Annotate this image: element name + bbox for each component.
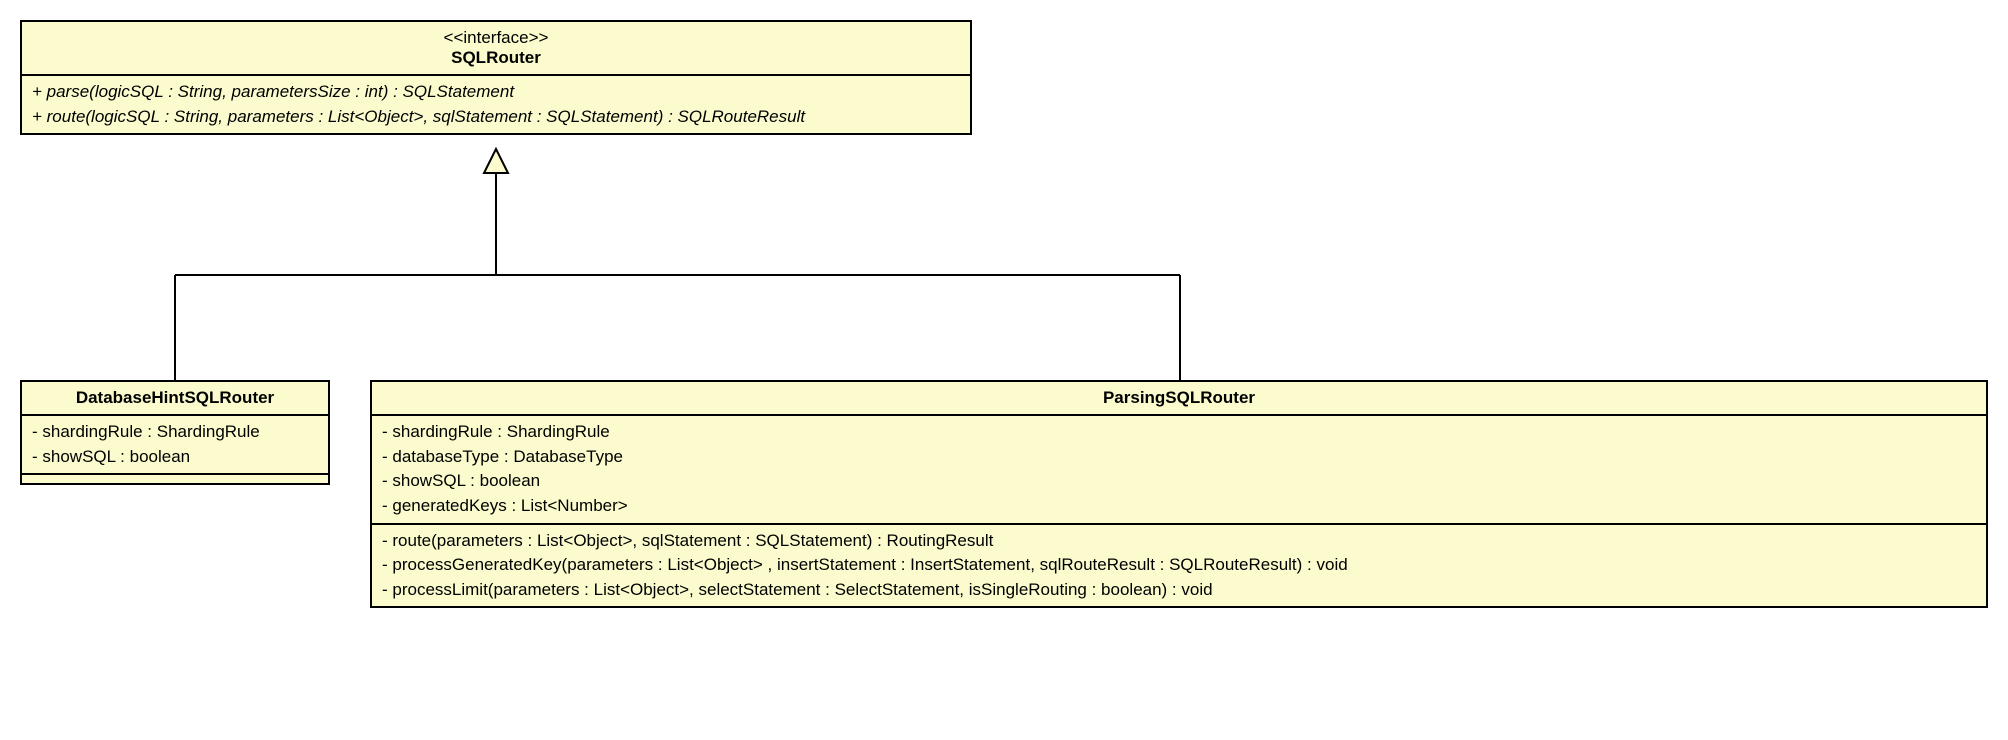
title-compartment: ParsingSQLRouter <box>372 382 1986 414</box>
attribute: - showSQL : boolean <box>32 445 318 470</box>
attribute: - databaseType : DatabaseType <box>382 445 1976 470</box>
attribute: - showSQL : boolean <box>382 469 1976 494</box>
methods-compartment: - route(parameters : List<Object>, sqlSt… <box>372 523 1986 607</box>
title-compartment: DatabaseHintSQLRouter <box>22 382 328 414</box>
method: - processLimit(parameters : List<Object>… <box>382 578 1976 603</box>
attribute: - generatedKeys : List<Number> <box>382 494 1976 519</box>
generalization-arrowhead-icon <box>484 149 508 173</box>
attributes-compartment: - shardingRule : ShardingRule - showSQL … <box>22 414 328 473</box>
methods-compartment: + parse(logicSQL : String, parametersSiz… <box>22 74 970 133</box>
attribute: - shardingRule : ShardingRule <box>32 420 318 445</box>
uml-interface-sqlrouter: <<interface>> SQLRouter + parse(logicSQL… <box>20 20 972 135</box>
method: + route(logicSQL : String, parameters : … <box>32 105 960 130</box>
attribute: - shardingRule : ShardingRule <box>382 420 1976 445</box>
methods-compartment-empty <box>22 473 328 483</box>
attributes-compartment: - shardingRule : ShardingRule - database… <box>372 414 1986 523</box>
method: - processGeneratedKey(parameters : List<… <box>382 553 1976 578</box>
method: + parse(logicSQL : String, parametersSiz… <box>32 80 960 105</box>
stereotype-label: <<interface>> <box>32 28 960 48</box>
title-compartment: <<interface>> SQLRouter <box>22 22 970 74</box>
class-name: SQLRouter <box>32 48 960 68</box>
uml-class-databasehintsqlrouter: DatabaseHintSQLRouter - shardingRule : S… <box>20 380 330 485</box>
uml-class-parsingsqlrouter: ParsingSQLRouter - shardingRule : Shardi… <box>370 380 1988 608</box>
method: - route(parameters : List<Object>, sqlSt… <box>382 529 1976 554</box>
class-name: DatabaseHintSQLRouter <box>32 388 318 408</box>
class-name: ParsingSQLRouter <box>382 388 1976 408</box>
